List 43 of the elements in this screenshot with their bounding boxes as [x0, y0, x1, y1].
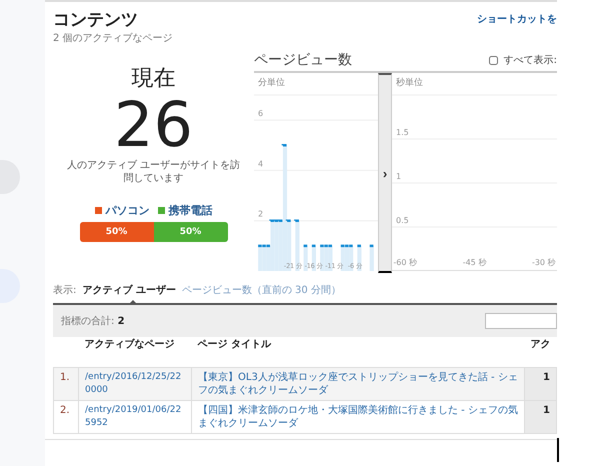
pageviews-title: ページビュー数	[254, 51, 352, 69]
axis-label: 0.5	[396, 216, 409, 225]
row-number: 1.	[54, 367, 78, 400]
axis-label: 2	[258, 210, 264, 219]
show-all-checkbox[interactable]	[488, 56, 498, 64]
active-user-caption: 人のアクティブ ユーザーがサイトを訪問しています	[66, 159, 242, 185]
current-label: 現在	[132, 65, 176, 93]
column-header: ページ タイトル	[192, 337, 524, 367]
table-cell: 1	[524, 400, 556, 433]
legend-label: パソコン	[94, 203, 150, 218]
axis-label: 4	[258, 159, 264, 168]
axis-label: 1	[396, 172, 402, 181]
page-title-link[interactable]: 【東京】OL3人が浅草ロック座でストリップショーを見てきた話 - シェフの気まぐれクリームソーダ	[192, 367, 524, 400]
view-label: 表示:	[53, 284, 76, 297]
page-title-link[interactable]: 【四国】米津玄師のロケ地・大塚国際美術館に行きました - シェフの気まぐれクリームソーダ	[192, 400, 524, 433]
search-field[interactable]	[485, 313, 557, 329]
axis-label: -45 秒	[462, 258, 486, 267]
bar	[356, 244, 363, 272]
page-link[interactable]: /entry/2016/12/25/220000	[78, 367, 192, 400]
page-title: コンテンツ	[53, 9, 139, 31]
device-share-segment: 50%	[154, 222, 228, 242]
text-cursor	[557, 438, 559, 462]
legend-label: 携帯電話	[158, 203, 212, 218]
row-number: 2.	[54, 400, 78, 433]
axis-label: -60 秒	[393, 258, 418, 267]
shortcut-link[interactable]: ショートカットを	[477, 12, 557, 26]
column-header: アクティブなページ	[78, 337, 192, 367]
axis-label: -30 秒	[532, 258, 556, 267]
axis-label: 1.5	[396, 128, 409, 137]
device-share-segment: 50%	[80, 222, 154, 242]
view-tab[interactable]: アクティブ ユーザー	[82, 283, 176, 300]
bar	[368, 244, 376, 272]
page-link[interactable]: /entry/2019/01/06/225952	[78, 400, 192, 433]
table-cell: 1	[524, 367, 556, 400]
column-header: アク	[524, 337, 556, 367]
expand-button[interactable]: ›	[378, 73, 392, 273]
axis-label: 6	[258, 109, 264, 118]
page-subtitle: 2 個のアクティブなページ	[53, 32, 173, 45]
total-label: 指標の合計: 2	[61, 314, 125, 328]
active-user-count: 26	[114, 93, 193, 157]
checkbox-label: すべて表示:	[504, 54, 557, 67]
chart-label: 分単位	[258, 76, 285, 89]
chart-label: 秒単位	[396, 76, 423, 89]
